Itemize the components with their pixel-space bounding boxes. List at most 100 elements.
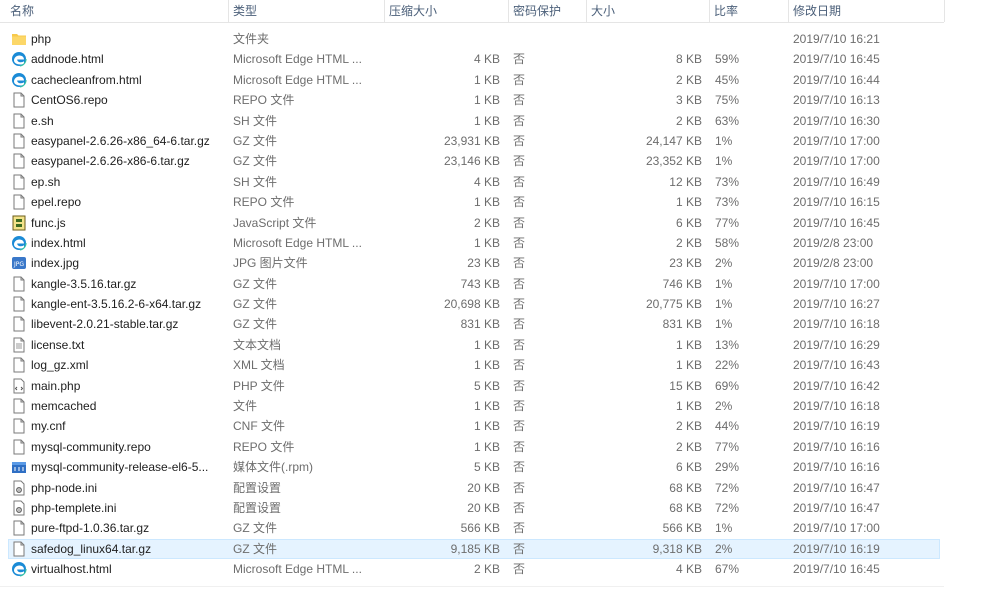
file-row[interactable]: memcached 文件 1 KB 否 1 KB 2% 2019/7/10 16:18 [0,396,944,416]
file-size: 23 KB [669,256,702,271]
file-row[interactable]: libevent-2.0.21-stable.tar.gz GZ 文件 831 KB… [0,314,944,334]
modified-date: 2019/7/10 16:15 [793,195,880,210]
file-type: Microsoft Edge HTML ... [233,562,362,577]
svg-text:JPG: JPG [13,261,24,268]
file-size: 3 KB [675,93,702,108]
file-row[interactable]: php 文件夹 2019/7/10 16:21 [0,29,944,49]
file-name: e.sh [31,113,54,128]
file-row[interactable]: func.js JavaScript 文件 2 KB 否 6 KB 77% 2019/7/1… [0,213,944,233]
file-row[interactable]: php-templete.ini 配置设置 20 KB 否 68 KB 72% 2019/7… [0,498,944,518]
file-size: 4 KB [675,562,702,577]
file-row[interactable]: e.sh SH 文件 1 KB 否 2 KB 63% 2019/7/10 16:30 [0,111,944,131]
column-divider[interactable] [944,0,945,22]
column-header-type[interactable]: 类型 [229,0,384,22]
file-name: easypanel-2.6.26-x86-6.tar.gz [31,154,190,169]
file-icon [11,357,27,373]
modified-date: 2019/7/10 17:00 [793,276,880,291]
file-icon [11,276,27,292]
password-protected: 否 [513,480,526,495]
file-name: cachecleanfrom.html [31,72,142,87]
modified-date: 2019/7/10 16:42 [793,378,880,393]
file-icon [11,194,27,210]
folder-icon [11,31,27,47]
file-row[interactable]: kangle-ent-3.5.16.2-6-x64.tar.gz GZ 文件 20,… [0,294,944,314]
file-row[interactable]: log_gz.xml XML 文档 1 KB 否 1 KB 22% 2019/7/10 16… [0,355,944,375]
file-type: JavaScript 文件 [233,215,317,230]
file-row[interactable]: license.txt 文本文档 1 KB 否 1 KB 13% 2019/7/10 16:… [0,335,944,355]
password-protected: 否 [513,154,526,169]
file-row[interactable]: kangle-3.5.16.tar.gz GZ 文件 743 KB 否 746 KB 1%… [0,274,944,294]
column-header-compressed-size[interactable]: 压缩大小 [385,0,508,22]
file-size: 68 KB [669,480,702,495]
file-size: 2 KB [675,113,702,128]
file-row[interactable]: CentOS6.repo REPO 文件 1 KB 否 3 KB 75% 2019/7/10… [0,90,944,110]
file-row[interactable]: mysql-community.repo REPO 文件 1 KB 否 2 KB 77% 2… [0,437,944,457]
file-size: 1 KB [675,358,702,373]
compression-ratio: 59% [715,52,740,67]
modified-date: 2019/7/10 16:18 [793,399,880,414]
file-type: GZ 文件 [233,317,277,332]
password-protected: 否 [513,358,526,373]
file-size: 15 KB [669,378,702,393]
password-protected: 否 [513,113,526,128]
file-row[interactable]: easypanel-2.6.26-x86_64-6.tar.gz GZ 文件 23,… [0,131,944,151]
compressed-size: 23,931 KB [443,133,500,148]
image-icon: JPG [11,255,27,271]
file-row[interactable]: epel.repo REPO 文件 1 KB 否 1 KB 73% 2019/7/10 16… [0,192,944,212]
file-type: Microsoft Edge HTML ... [233,72,362,87]
file-row[interactable]: pure-ftpd-1.0.36.tar.gz GZ 文件 566 KB 否 566 K… [0,518,944,538]
password-protected: 否 [513,256,526,271]
file-type: GZ 文件 [233,541,277,556]
file-type: PHP 文件 [233,378,285,393]
modified-date: 2019/7/10 17:00 [793,133,880,148]
file-name: main.php [31,378,81,393]
file-row[interactable]: cachecleanfrom.html Microsoft Edge HTML .… [0,70,944,90]
column-header-password[interactable]: 密码保护 [509,0,586,22]
file-type: REPO 文件 [233,195,295,210]
modified-date: 2019/7/10 16:44 [793,72,880,87]
compressed-size: 1 KB [473,72,500,87]
modified-date: 2019/7/10 16:16 [793,460,880,475]
file-row[interactable]: addnode.html Microsoft Edge HTML ... 4 KB 否… [0,49,944,69]
file-row[interactable]: virtualhost.html Microsoft Edge HTML ... 2… [0,559,944,579]
column-header-ratio[interactable]: 比率 [710,0,788,22]
file-name: func.js [31,215,66,230]
file-row[interactable]: safedog_linux64.tar.gz GZ 文件 9,185 KB 否 9,31… [0,538,944,560]
file-row[interactable]: JPG index.jpg JPG 图片文件 23 KB 否 23 KB 2% 2019/2/… [0,253,944,273]
file-row[interactable]: index.html Microsoft Edge HTML ... 1 KB 否 2 … [0,233,944,253]
column-header-modified[interactable]: 修改日期 [789,0,944,22]
file-size: 2 KB [675,72,702,87]
password-protected: 否 [513,521,526,536]
file-type: GZ 文件 [233,276,277,291]
file-row[interactable]: mysql-community-release-el6-5... 媒体文件(.rp… [0,457,944,477]
file-name: php-node.ini [31,480,98,495]
compression-ratio: 67% [715,562,740,577]
modified-date: 2019/7/10 16:45 [793,52,880,67]
modified-date: 2019/7/10 16:19 [793,541,880,556]
password-protected: 否 [513,235,526,250]
column-header-name[interactable]: 名称 [6,0,228,22]
compressed-size: 1 KB [473,337,500,352]
compressed-size: 1 KB [473,195,500,210]
compressed-size: 23,146 KB [443,154,500,169]
file-row[interactable]: ep.sh SH 文件 4 KB 否 12 KB 73% 2019/7/10 16:49 [0,172,944,192]
file-row[interactable]: my.cnf CNF 文件 1 KB 否 2 KB 44% 2019/7/10 16:19 [0,416,944,436]
file-size: 6 KB [675,215,702,230]
file-type: REPO 文件 [233,93,295,108]
file-name: mysql-community.repo [31,439,151,454]
compression-ratio: 1% [715,317,733,332]
modified-date: 2019/7/10 16:29 [793,337,880,352]
file-name: virtualhost.html [31,562,112,577]
file-type: 文件 [233,399,258,414]
file-type: Microsoft Edge HTML ... [233,235,362,250]
file-row[interactable]: easypanel-2.6.26-x86-6.tar.gz GZ 文件 23,146… [0,151,944,171]
settings-file-icon [11,500,27,516]
file-icon [11,398,27,414]
column-header-size[interactable]: 大小 [587,0,709,22]
modified-date: 2019/7/10 16:30 [793,113,880,128]
file-row[interactable]: php-node.ini 配置设置 20 KB 否 68 KB 72% 2019/7/10 … [0,478,944,498]
compression-ratio: 22% [715,358,740,373]
compression-ratio: 69% [715,378,740,393]
file-row[interactable]: main.php PHP 文件 5 KB 否 15 KB 69% 2019/7/10 16:… [0,376,944,396]
password-protected: 否 [513,562,526,577]
